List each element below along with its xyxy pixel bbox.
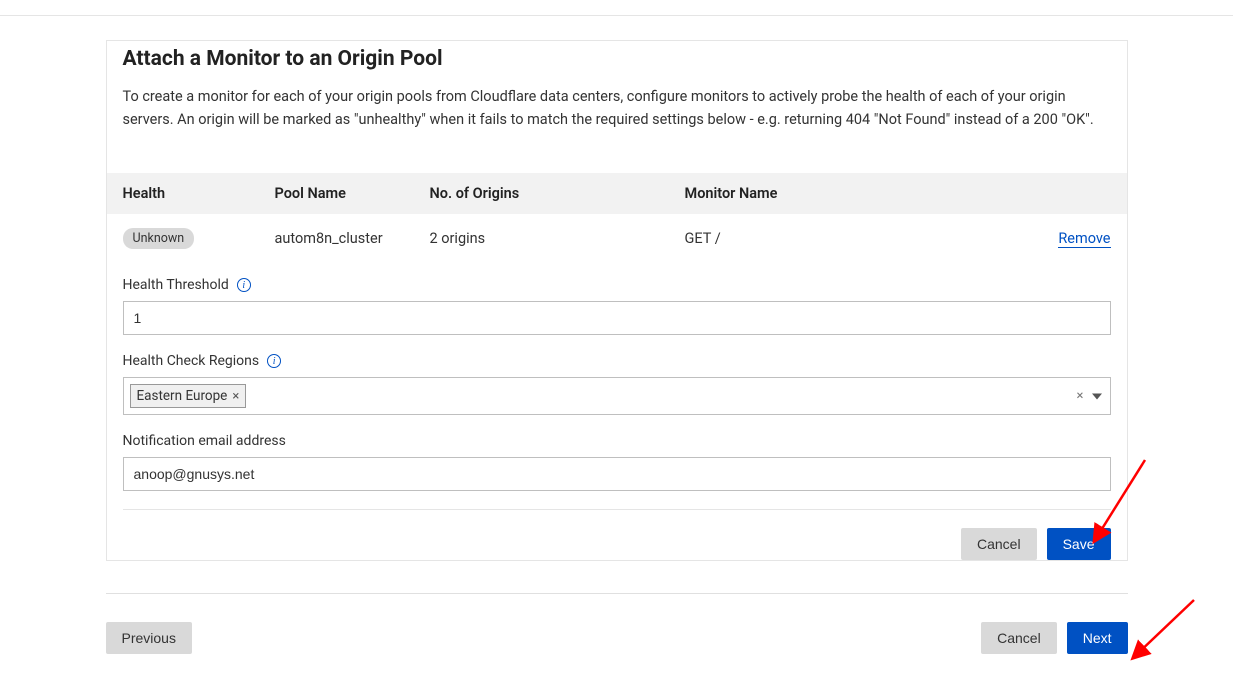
- next-button[interactable]: Next: [1067, 622, 1128, 654]
- save-button[interactable]: Save: [1047, 528, 1111, 560]
- cell-pool-name: autom8n_cluster: [275, 230, 430, 247]
- health-threshold-label: Health Threshold: [123, 277, 229, 293]
- divider: [123, 509, 1111, 510]
- remove-link[interactable]: Remove: [1058, 230, 1110, 248]
- header-origins: No. of Origins: [430, 185, 685, 202]
- header-pool-name: Pool Name: [275, 185, 430, 202]
- status-badge: Unknown: [123, 228, 195, 249]
- annotation-arrow: [1122, 595, 1202, 670]
- cancel-button[interactable]: Cancel: [981, 622, 1057, 654]
- notification-email-label: Notification email address: [123, 433, 286, 449]
- clear-all-icon[interactable]: ×: [1077, 390, 1084, 403]
- page-description: To create a monitor for each of your ori…: [123, 85, 1111, 131]
- close-icon[interactable]: ×: [232, 390, 239, 403]
- health-check-regions-select[interactable]: Eastern Europe × ×: [123, 377, 1111, 415]
- cell-monitor-name: GET /: [685, 230, 1031, 247]
- region-tag: Eastern Europe ×: [130, 384, 247, 408]
- page-title: Attach a Monitor to an Origin Pool: [123, 41, 1111, 71]
- chevron-down-icon[interactable]: [1092, 393, 1102, 399]
- divider: [106, 593, 1128, 594]
- notification-email-input[interactable]: [123, 457, 1111, 491]
- cell-origins: 2 origins: [430, 230, 685, 247]
- header-monitor-name: Monitor Name: [685, 185, 1111, 202]
- region-tag-label: Eastern Europe: [137, 388, 228, 404]
- health-check-regions-label: Health Check Regions: [123, 353, 260, 369]
- health-threshold-input[interactable]: [123, 301, 1111, 335]
- table-header: Health Pool Name No. of Origins Monitor …: [107, 173, 1127, 214]
- info-icon[interactable]: i: [237, 278, 251, 292]
- info-icon[interactable]: i: [267, 354, 281, 368]
- header-health: Health: [123, 185, 275, 202]
- cancel-button[interactable]: Cancel: [961, 528, 1037, 560]
- table-row: Unknown autom8n_cluster 2 origins GET / …: [107, 214, 1127, 257]
- previous-button[interactable]: Previous: [106, 622, 192, 654]
